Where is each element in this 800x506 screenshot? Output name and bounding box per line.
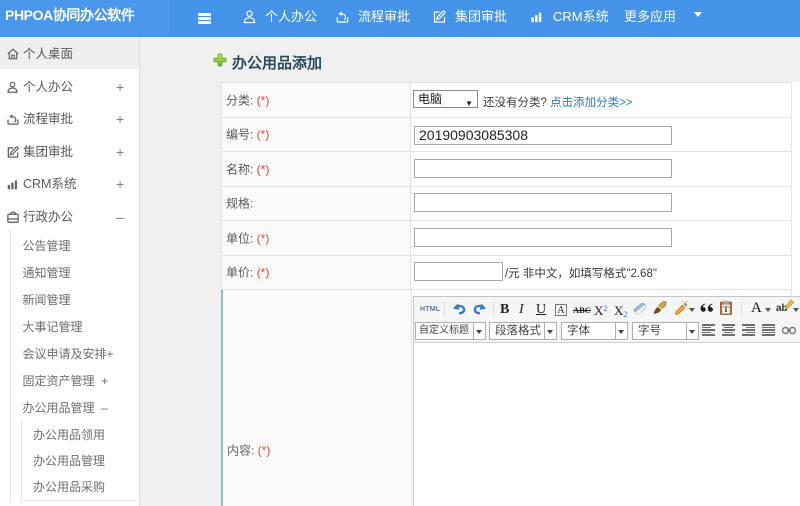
svg-text:T: T — [723, 304, 729, 314]
